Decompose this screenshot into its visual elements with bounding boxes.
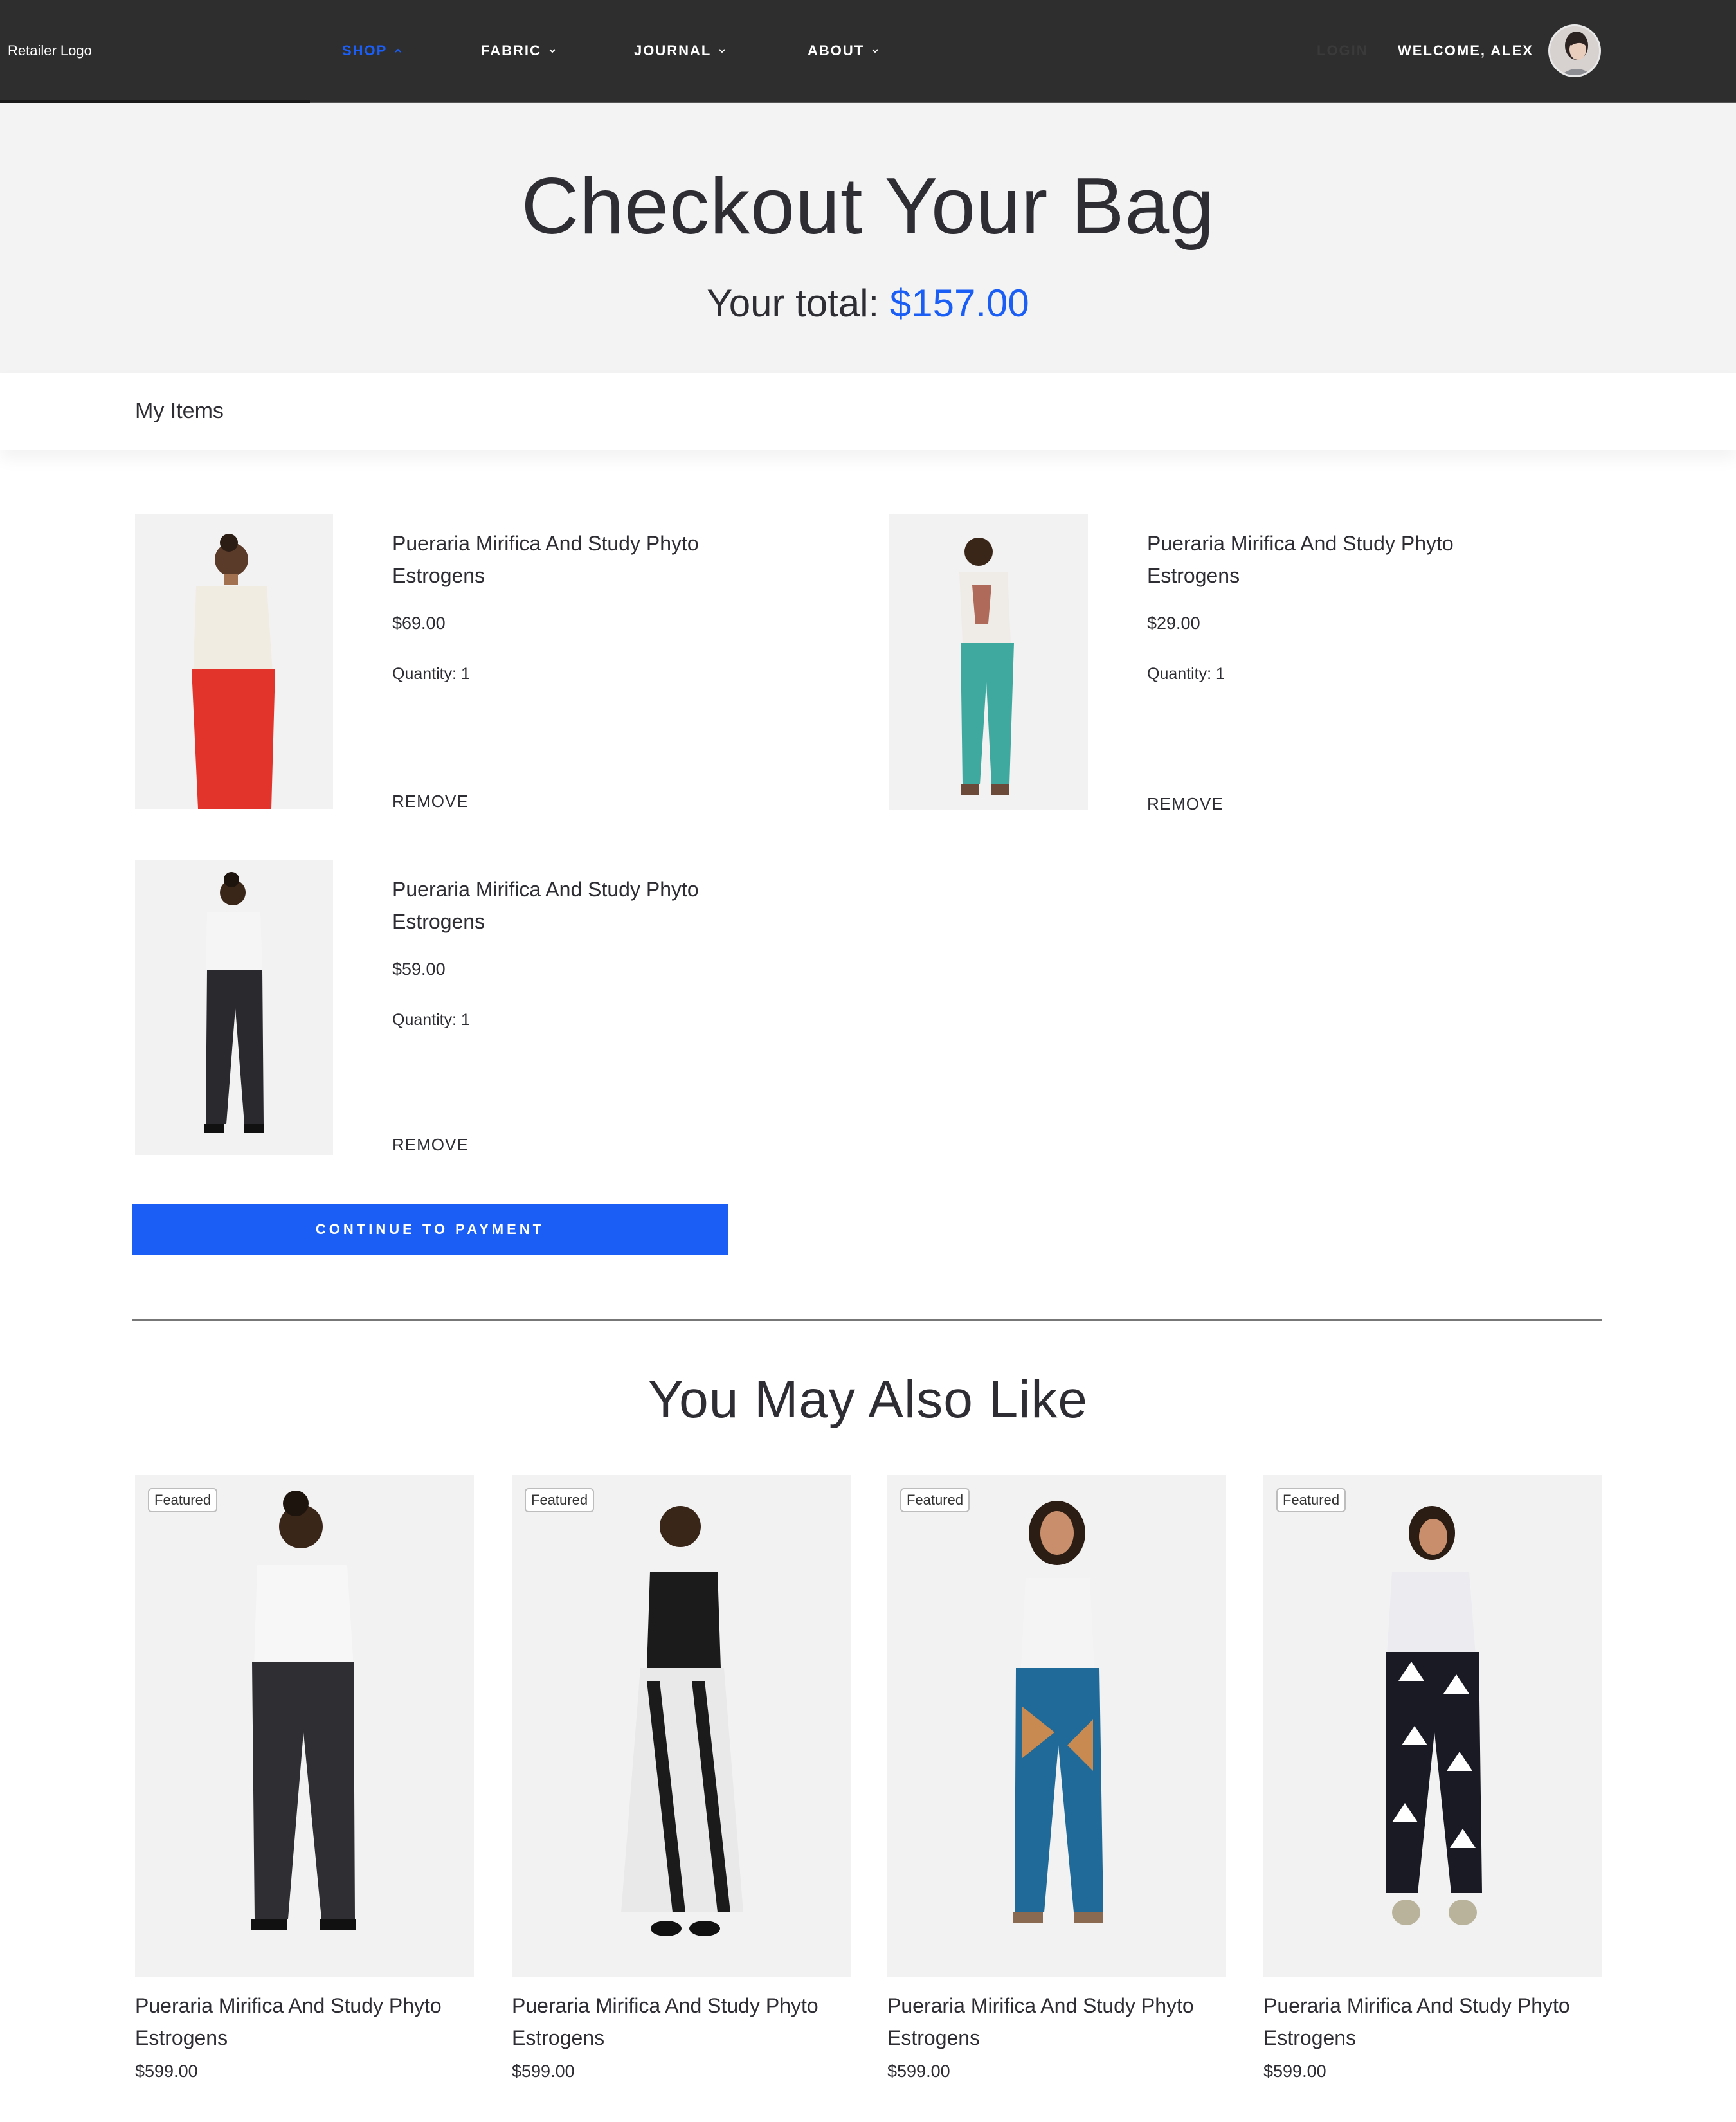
chevron-down-icon (549, 49, 556, 53)
order-total: Your total: $157.00 (0, 281, 1736, 325)
nav-item-label: FABRIC (481, 42, 541, 59)
my-items-bar: My Items (0, 373, 1736, 450)
product-photo (135, 860, 333, 1155)
login-link[interactable]: LOGIN (1317, 42, 1368, 59)
section-divider (132, 1319, 1602, 1321)
nav-item-label: SHOP (342, 42, 388, 59)
cart-item-image[interactable] (889, 514, 1088, 810)
product-photo (889, 514, 1088, 810)
product-name[interactable]: Pueraria Mirifica And Study Phyto Estrog… (135, 1990, 474, 2054)
user-avatar-icon (1550, 26, 1599, 75)
retailer-logo[interactable]: Retailer Logo (8, 42, 92, 59)
product-photo (135, 514, 333, 809)
nav-item-journal[interactable]: JOURNAL (634, 42, 727, 59)
featured-badge: Featured (148, 1488, 218, 1512)
cart-item-name[interactable]: Pueraria Mirifica And Study Phyto Estrog… (1147, 527, 1507, 592)
featured-badge: Featured (900, 1488, 970, 1512)
cart-item-image[interactable] (135, 860, 333, 1155)
product-price: $599.00 (1263, 2062, 1326, 2081)
product-name[interactable]: Pueraria Mirifica And Study Phyto Estrog… (512, 1990, 851, 2054)
product-image[interactable] (1263, 1475, 1602, 1977)
cart-item-quantity: Quantity: 1 (392, 665, 470, 683)
remove-button[interactable]: REMOVE (1147, 794, 1224, 814)
product-photo (135, 1475, 474, 1977)
cart-item-name[interactable]: Pueraria Mirifica And Study Phyto Estrog… (392, 527, 752, 592)
cart-item-price: $59.00 (392, 959, 446, 979)
chevron-up-icon (395, 48, 402, 53)
product-name[interactable]: Pueraria Mirifica And Study Phyto Estrog… (1263, 1990, 1602, 2054)
product-name[interactable]: Pueraria Mirifica And Study Phyto Estrog… (887, 1990, 1226, 2054)
nav-item-label: ABOUT (808, 42, 865, 59)
nav-item-about[interactable]: ABOUT (808, 42, 880, 59)
cart-item-price: $69.00 (392, 613, 446, 633)
avatar[interactable] (1548, 24, 1601, 77)
product-photo (512, 1475, 851, 1977)
featured-badge: Featured (525, 1488, 595, 1512)
total-amount: $157.00 (889, 282, 1029, 325)
welcome-user[interactable]: WELCOME, ALEX (1398, 42, 1533, 59)
chevron-down-icon (872, 49, 878, 53)
product-photo (1263, 1475, 1602, 1977)
product-image[interactable] (135, 1475, 474, 1977)
top-nav: Retailer Logo SHOP FABRIC JOURNAL ABOUT … (0, 0, 1736, 103)
cart-item-image[interactable] (135, 514, 333, 809)
cart-item-quantity: Quantity: 1 (392, 1011, 470, 1029)
recommendations-heading: You May Also Like (647, 1370, 1089, 1429)
continue-to-payment-button[interactable]: CONTINUE TO PAYMENT (132, 1204, 728, 1255)
nav-item-label: JOURNAL (634, 42, 712, 59)
product-image[interactable] (512, 1475, 851, 1977)
cart-item-name[interactable]: Pueraria Mirifica And Study Phyto Estrog… (392, 873, 752, 938)
product-price: $599.00 (887, 2062, 950, 2081)
featured-badge: Featured (1276, 1488, 1346, 1512)
product-price: $599.00 (512, 2062, 575, 2081)
chevron-down-icon (719, 49, 726, 53)
total-label: Your total: (707, 282, 880, 325)
remove-button[interactable]: REMOVE (392, 1135, 469, 1155)
nav-item-fabric[interactable]: FABRIC (481, 42, 557, 59)
nav-item-shop[interactable]: SHOP (342, 42, 402, 59)
remove-button[interactable]: REMOVE (392, 792, 469, 812)
page-title: Checkout Your Bag (521, 162, 1215, 251)
product-image[interactable] (887, 1475, 1226, 1977)
product-price: $599.00 (135, 2062, 198, 2081)
product-photo (887, 1475, 1226, 1977)
my-items-heading: My Items (135, 399, 224, 423)
cart-item-price: $29.00 (1147, 613, 1200, 633)
cart-item-quantity: Quantity: 1 (1147, 665, 1225, 683)
